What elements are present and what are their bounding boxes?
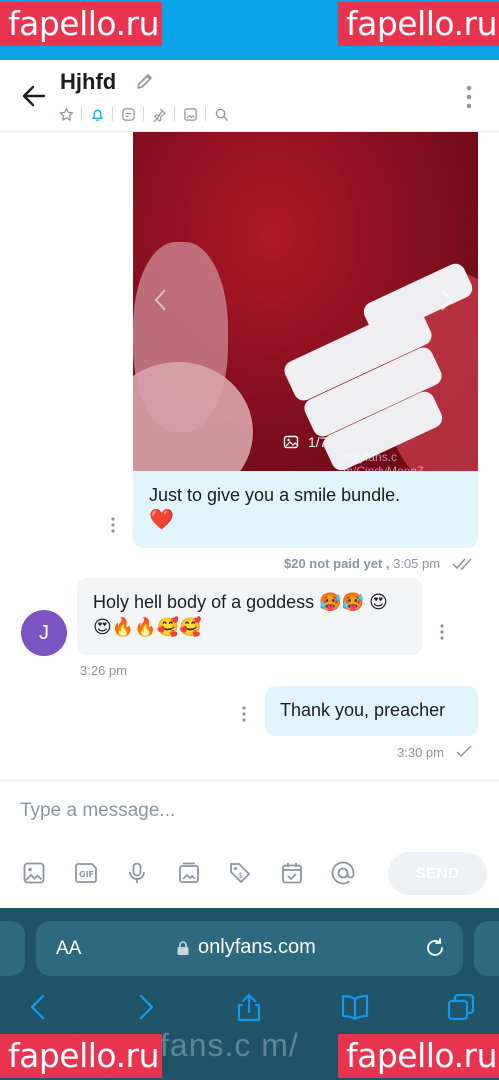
chevron-right-icon[interactable] (438, 287, 454, 313)
watermark-top-right: fapello.ru (338, 2, 499, 46)
svg-text:GIF: GIF (79, 870, 94, 879)
star-icon[interactable] (56, 104, 76, 124)
back-icon[interactable] (24, 992, 54, 1022)
media-watermark: onlyfans.c m/CindyMoon7 (343, 450, 424, 471)
divider (205, 107, 206, 121)
tabs-icon[interactable] (446, 992, 476, 1022)
vault-icon[interactable] (175, 859, 203, 887)
lock-icon (177, 940, 189, 955)
aa-label: AA (56, 938, 82, 959)
heart-emoji: ❤️ (149, 509, 174, 531)
back-arrow-icon[interactable] (20, 82, 48, 110)
search-icon[interactable] (211, 104, 231, 124)
price-tag-icon[interactable]: $ (226, 859, 254, 887)
avatar[interactable]: J (21, 610, 67, 656)
forward-icon[interactable] (130, 992, 160, 1022)
chat-header: Hjhfd (0, 60, 499, 132)
watermark-top-left: fapello.ru (0, 2, 162, 46)
address-bar[interactable]: AA onlyfans.com (36, 921, 463, 976)
more-vertical-icon[interactable] (462, 84, 476, 110)
domain-text: onlyfans.com (198, 936, 316, 958)
chat-title: Hjhfd (60, 69, 117, 94)
media-shape (133, 362, 253, 471)
reload-icon[interactable] (424, 937, 446, 959)
divider (81, 107, 82, 121)
chevron-left-icon[interactable] (153, 287, 169, 313)
bookmarks-icon[interactable] (340, 992, 370, 1022)
media-preview[interactable]: 1/7 onlyfans.c m/CindyMoon7 (133, 132, 478, 471)
reader-aa-button[interactable]: AA (56, 938, 81, 960)
price-note: $20 not paid yet , (284, 556, 390, 571)
share-icon[interactable] (234, 992, 264, 1022)
pencil-icon[interactable] (135, 71, 155, 91)
previous-tab[interactable] (0, 921, 25, 976)
mention-icon[interactable] (329, 859, 357, 887)
microphone-icon[interactable] (123, 859, 151, 887)
browser-nav (0, 992, 499, 1028)
send-button[interactable]: SEND (388, 852, 487, 895)
gif-icon[interactable]: GIF (72, 859, 100, 887)
watermark-bottom-center: fans.c m/ (160, 1027, 299, 1063)
bell-icon[interactable] (87, 104, 107, 124)
message-options-icon[interactable] (110, 516, 116, 534)
svg-text:$: $ (238, 871, 243, 880)
watermark-bottom-left: fapello.ru (0, 1034, 162, 1078)
header-actions (56, 104, 231, 124)
message-time: 3:26 pm (80, 663, 127, 678)
note-icon[interactable] (118, 104, 138, 124)
divider (174, 107, 175, 121)
url-display[interactable]: onlyfans.com (176, 936, 316, 959)
watermark-bottom-right: fapello.ru (338, 1034, 499, 1078)
message-time: 3:05 pm (393, 556, 441, 571)
outgoing-message: Thank you, preacher (265, 686, 478, 736)
next-tab[interactable] (474, 921, 499, 976)
message-text: Just to give you a smile bundle. (149, 485, 401, 505)
image-icon[interactable] (20, 859, 48, 887)
media-counter-text: 1/7 (308, 434, 328, 450)
media-counter: 1/7 (283, 434, 327, 450)
message-time: 3:30 pm (397, 745, 444, 760)
composer-toolbar: GIF $ (20, 859, 381, 887)
double-check-icon (452, 558, 472, 571)
message-meta: $20 not paid yet , 3:05 pm (284, 556, 440, 571)
incoming-message: Holy hell body of a goddess 🥵🥵 😍😍🔥🔥🥰🥰 (77, 578, 422, 655)
outgoing-message: Just to give you a smile bundle. ❤️ (133, 471, 478, 548)
check-icon (456, 745, 472, 758)
pin-icon[interactable] (149, 104, 169, 124)
image-icon (283, 435, 299, 449)
divider (112, 107, 113, 121)
message-options-icon[interactable] (439, 623, 445, 641)
calendar-check-icon[interactable] (278, 859, 306, 887)
image-icon[interactable] (180, 104, 200, 124)
message-options-icon[interactable] (241, 705, 247, 723)
message-composer: GIF $ SEND (0, 780, 499, 908)
divider (143, 107, 144, 121)
message-input[interactable] (20, 797, 420, 825)
